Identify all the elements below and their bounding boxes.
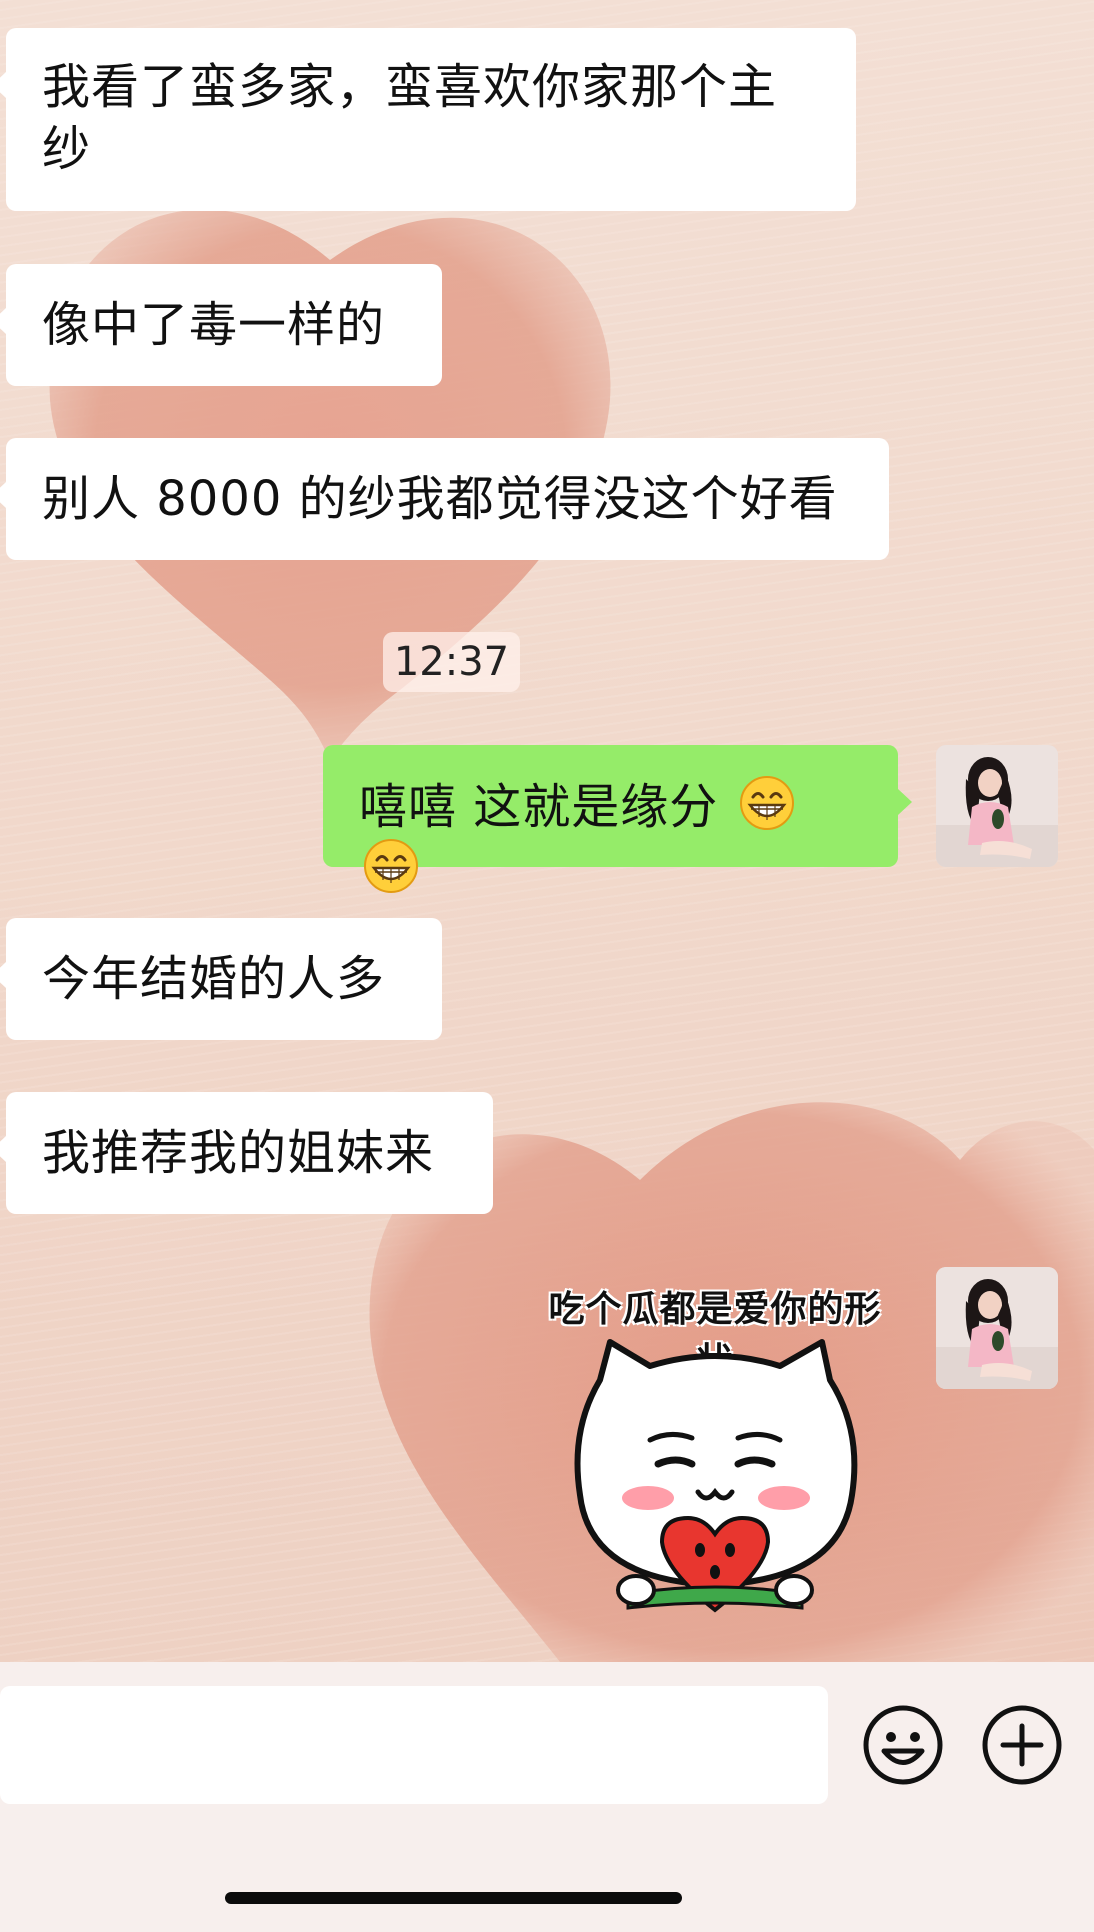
- message-text: 今年结婚的人多: [42, 951, 386, 1007]
- message-bubble-received[interactable]: 今年结婚的人多: [0, 918, 442, 1040]
- message-bubble-received[interactable]: 别人 8000 的纱我都觉得没这个好看: [0, 438, 889, 560]
- smiley-face-icon[interactable]: [862, 1704, 944, 1786]
- message-timestamp: 12:37: [383, 632, 520, 692]
- cat-watermelon-sticker-icon: [574, 1339, 858, 1613]
- user-avatar-image: [936, 745, 1058, 867]
- grinning-face-icon: [739, 776, 794, 830]
- avatar[interactable]: [936, 1267, 1058, 1389]
- message-text: 别人 8000 的纱我都觉得没这个好看: [42, 471, 838, 527]
- message-bubble-received[interactable]: 我推荐我的姐妹来: [0, 1092, 493, 1214]
- home-indicator[interactable]: [225, 1892, 682, 1904]
- message-bubble-received[interactable]: 我看了蛮多家，蛮喜欢你家那个主 纱: [0, 28, 856, 211]
- message-input[interactable]: [0, 1686, 828, 1804]
- message-text: 像中了毒一样的: [42, 297, 386, 353]
- user-avatar-image: [936, 1267, 1058, 1389]
- avatar[interactable]: [936, 745, 1058, 867]
- sticker-message[interactable]: 吃个瓜都是爱你的形状: [540, 1280, 890, 1630]
- grinning-face-icon: [364, 839, 418, 893]
- chat-screen: 我看了蛮多家，蛮喜欢你家那个主 纱 像中了毒一样的 别人 8000 的纱我都觉得…: [0, 0, 1094, 1932]
- message-text: 我看了蛮多家，蛮喜欢你家那个主 纱: [42, 59, 778, 177]
- message-bubble-sent[interactable]: 嘻嘻 这就是缘分: [323, 745, 912, 893]
- message-bubble-received[interactable]: 像中了毒一样的: [0, 264, 442, 386]
- message-text: 我推荐我的姐妹来: [42, 1125, 435, 1181]
- plus-icon[interactable]: [981, 1704, 1063, 1786]
- message-text: 嘻嘻 这就是缘分: [359, 779, 719, 835]
